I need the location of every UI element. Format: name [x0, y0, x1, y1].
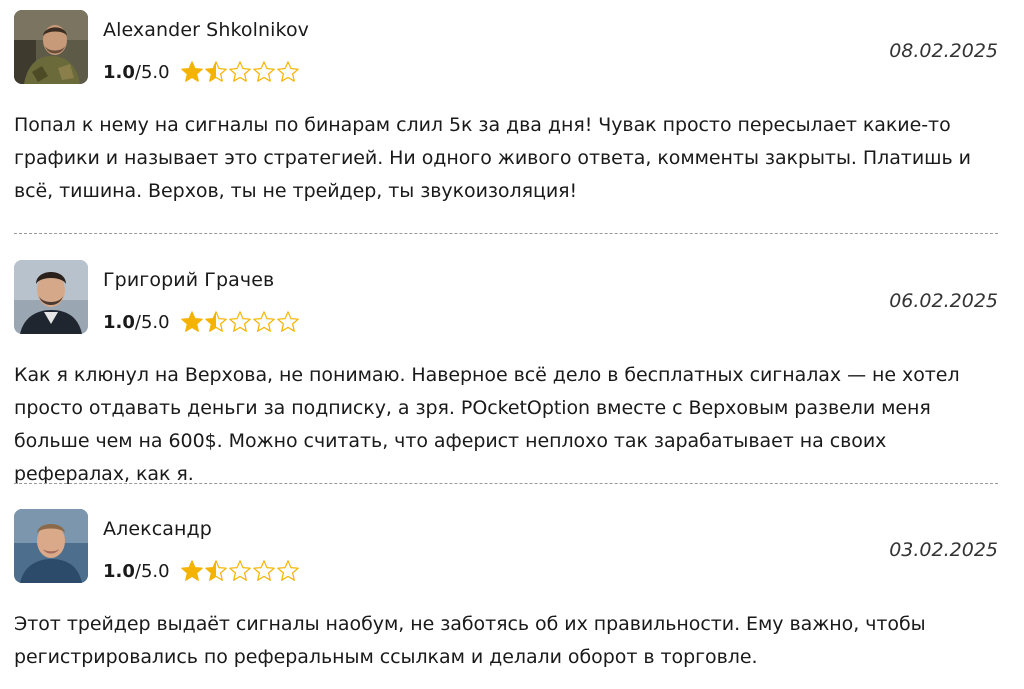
star-rating [180, 60, 300, 84]
author-name: Alexander Shkolnikov [103, 19, 310, 41]
star-rating [180, 559, 300, 583]
star-empty-icon [252, 560, 275, 581]
rating-max: 5.0 [140, 61, 170, 83]
star-full-icon [180, 560, 203, 581]
star-empty-icon [276, 560, 299, 581]
star-empty-icon [276, 61, 299, 82]
rating-value: 1.0 [103, 61, 135, 83]
avatar [14, 260, 88, 334]
rating: 1.0/5.0 [103, 309, 300, 335]
rating-max: 5.0 [140, 311, 170, 333]
review-date: 08.02.2025 [889, 40, 998, 62]
star-half-icon [204, 61, 227, 82]
user-photo-icon [14, 260, 88, 334]
rating-value: 1.0 [103, 311, 135, 333]
author-name: Александр [103, 518, 212, 540]
divider [14, 483, 998, 484]
star-half-icon [204, 311, 227, 332]
star-empty-icon [228, 560, 251, 581]
star-empty-icon [276, 311, 299, 332]
author-name: Григорий Грачев [103, 269, 275, 291]
review-date: 03.02.2025 [889, 539, 998, 561]
reviews-list: Alexander Shkolnikov 1.0/5.0 08.02.2025 … [0, 0, 1024, 689]
star-empty-icon [228, 311, 251, 332]
star-half-icon [204, 560, 227, 581]
star-full-icon [180, 61, 203, 82]
star-full-icon [180, 311, 203, 332]
review-text: Как я клюнул на Верхова, не понимаю. Нав… [14, 364, 960, 485]
star-empty-icon [252, 61, 275, 82]
review-text: Этот трейдер выдаёт сигналы наобум, не з… [14, 613, 926, 668]
review-date: 06.02.2025 [889, 290, 998, 312]
star-rating [180, 310, 300, 334]
avatar [14, 509, 88, 583]
divider [14, 233, 998, 234]
user-photo-icon [14, 10, 88, 84]
rating: 1.0/5.0 [103, 59, 300, 85]
star-empty-icon [228, 61, 251, 82]
rating-max: 5.0 [140, 560, 170, 582]
review-text: Попал к нему на сигналы по бинарам слил … [14, 114, 971, 202]
avatar [14, 10, 88, 84]
rating: 1.0/5.0 [103, 558, 300, 584]
star-empty-icon [252, 311, 275, 332]
rating-value: 1.0 [103, 560, 135, 582]
user-photo-icon [14, 509, 88, 583]
